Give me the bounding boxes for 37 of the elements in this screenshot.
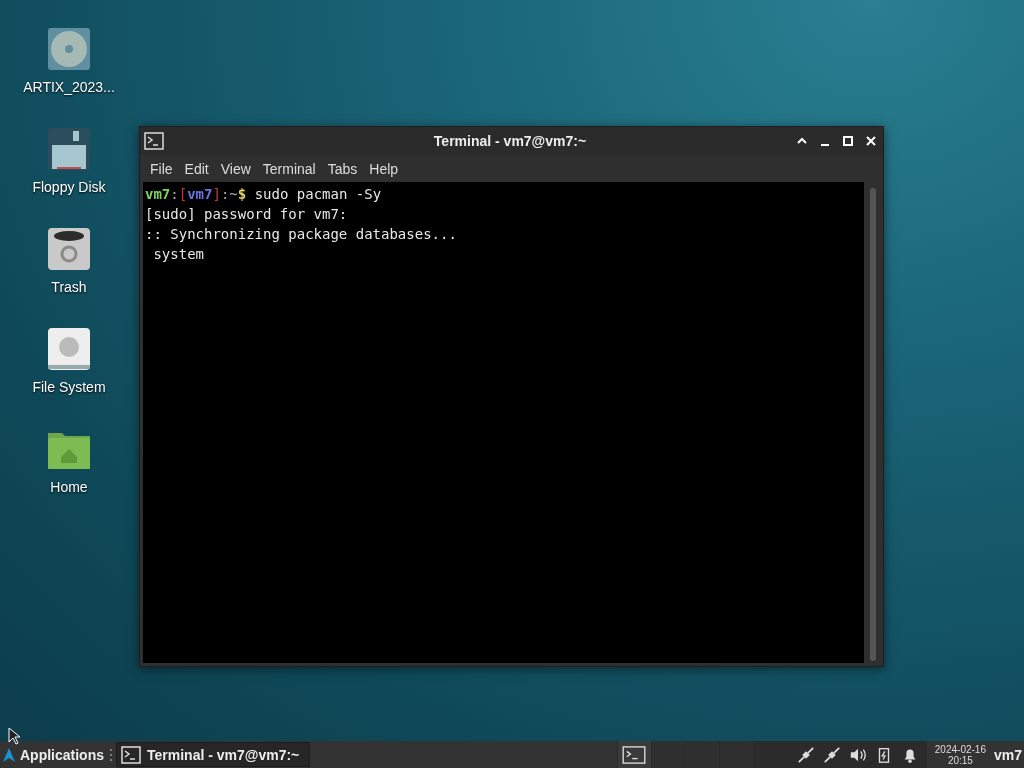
menu-item[interactable]: Help <box>363 158 405 179</box>
trash-icon[interactable] <box>47 227 91 271</box>
network-icon[interactable] <box>796 745 815 764</box>
clock-time: 20:15 <box>947 754 973 766</box>
terminal-icon <box>144 132 164 150</box>
terminal-icon <box>121 745 141 764</box>
user-name[interactable]: vm7 <box>993 746 1024 763</box>
desktop-icon-label[interactable]: Home <box>50 479 88 495</box>
logo-icon <box>2 746 16 763</box>
menu-item[interactable]: View <box>214 158 257 179</box>
panel-handle-icon[interactable] <box>109 747 113 762</box>
drive-icon[interactable] <box>47 327 91 371</box>
desktop-icon-label[interactable]: ARTIX_2023... <box>23 79 115 95</box>
terminal-line: vm7:[vm7]:~$ sudo pacman -Sy <box>145 185 383 204</box>
workspace-button[interactable] <box>616 741 651 768</box>
clock-date: 2024-02-16 <box>934 743 986 755</box>
maximize-button[interactable] <box>842 135 854 147</box>
terminal-icon <box>622 745 647 764</box>
menu-item[interactable]: Edit <box>178 158 215 179</box>
terminal-line: [sudo] password for vm7: <box>145 205 349 224</box>
network-icon[interactable] <box>822 745 841 764</box>
taskbar-window-button[interactable]: Terminal - vm7@vm7:~ <box>116 742 311 767</box>
menu-item[interactable]: Tabs <box>321 158 364 179</box>
menu-item[interactable]: File <box>144 158 179 179</box>
terminal-line: system <box>152 245 205 264</box>
terminal-output[interactable]: vm7:[vm7]:~$ sudo pacman -Sy [sudo] password for vm7: :: Synchronizing package databases... system <box>143 182 864 663</box>
desktop-icon-label[interactable]: Trash <box>51 279 87 295</box>
menu-item[interactable]: Terminal <box>256 158 322 179</box>
close-button[interactable] <box>865 135 877 147</box>
desktop-icon-label[interactable]: File System <box>32 379 106 395</box>
mouse-cursor-icon <box>8 727 20 745</box>
applications-menu-button[interactable]: Applications <box>0 741 106 768</box>
clock[interactable]: 2024-02-16 20:15 <box>926 743 994 766</box>
terminal-line: :: Synchronizing package databases... <box>145 225 458 244</box>
window-title: Terminal - vm7@vm7:~ <box>432 133 588 149</box>
desktop-icon-label[interactable]: Floppy Disk <box>32 179 106 195</box>
scrollbar[interactable] <box>870 188 876 661</box>
